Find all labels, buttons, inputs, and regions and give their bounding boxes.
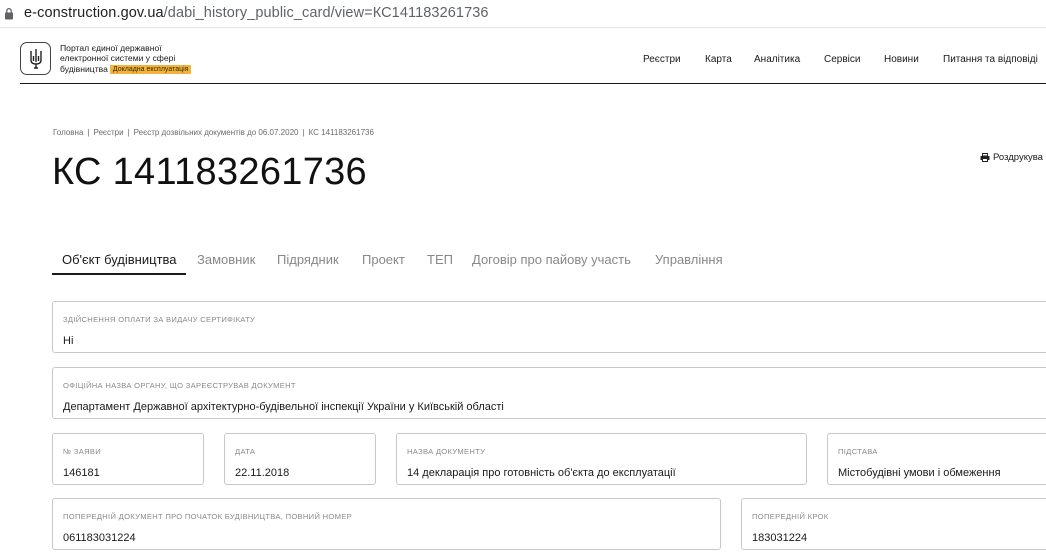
nav-faq[interactable]: Питання та відповіді xyxy=(943,54,1038,65)
field-basis: Підстава Містобудівні умови і обмеження xyxy=(827,433,1046,485)
field-label: Підстава xyxy=(838,447,878,456)
breadcrumb-home[interactable]: Головна xyxy=(53,128,83,137)
tab-object[interactable]: Об'єкт будівництва xyxy=(62,252,177,267)
breadcrumb-current: КС 141183261736 xyxy=(308,128,374,137)
url-path: /dabi_history_public_card/view=КС1411832… xyxy=(163,5,489,21)
breadcrumb: Головна | Реєстри | Реєстр дозвільних докуме… xyxy=(53,128,374,137)
lock-icon xyxy=(5,7,13,20)
url-text[interactable]: e-construction.gov.ua/dabi_history_publi… xyxy=(24,5,489,21)
portal-brand[interactable]: Портал єдиної державної електронної сист… xyxy=(60,43,230,74)
brand-line-2: електронної системи у сфері xyxy=(60,53,176,64)
field-value: 22.11.2018 xyxy=(235,467,290,479)
url-domain: e-construction.gov.ua xyxy=(24,5,164,21)
field-value: 061183031224 xyxy=(63,532,136,544)
field-previous-document: Попередній документ про початок будівниц… xyxy=(52,498,721,550)
field-label: Офіційна назва органу, що зареєстрував д… xyxy=(63,381,296,390)
print-button[interactable]: Роздрукува xyxy=(980,152,1043,163)
field-label: Дата xyxy=(235,447,256,456)
field-authority: Офіційна назва органу, що зареєстрував д… xyxy=(52,367,1046,419)
tab-management[interactable]: Управління xyxy=(655,252,723,267)
field-value: Містобудівні умови і обмеження xyxy=(838,467,1001,479)
breadcrumb-registry[interactable]: Реєстр дозвільних документів до 06.07.20… xyxy=(134,128,299,137)
field-value: 14 декларація про готовність об'єкта до … xyxy=(407,467,676,479)
field-label: Здійснення оплати за видачу сертифікату xyxy=(63,315,256,324)
brand-line-1: Портал єдиної державної xyxy=(60,43,162,53)
field-document-name: Назва документу 14 декларація про готовн… xyxy=(396,433,807,485)
field-value: Департамент Державної архітектурно-будів… xyxy=(63,401,504,413)
field-value: 183031224 xyxy=(752,532,808,544)
field-label: № заяви xyxy=(63,447,102,456)
active-tab-indicator xyxy=(52,273,186,275)
field-label: Попередній крок xyxy=(752,512,829,521)
nav-map[interactable]: Карта xyxy=(705,54,732,65)
field-value: Ні xyxy=(63,335,74,347)
field-application-number: № заяви 146181 xyxy=(52,433,204,485)
field-date: Дата 22.11.2018 xyxy=(224,433,376,485)
field-label: Назва документу xyxy=(407,447,486,456)
field-payment: Здійснення оплати за видачу сертифікату … xyxy=(52,301,1046,353)
breadcrumb-separator: | xyxy=(302,128,305,137)
header-divider xyxy=(20,83,1046,84)
brand-badge: Докладна експлуатація xyxy=(109,64,192,74)
print-label: Роздрукува xyxy=(993,152,1043,163)
field-label: Попередній документ про початок будівниц… xyxy=(63,512,352,521)
tab-share-agreement[interactable]: Договір про пайову участь xyxy=(472,252,631,267)
field-value: 146181 xyxy=(63,467,100,479)
printer-icon xyxy=(980,153,990,162)
nav-registries[interactable]: Реєстри xyxy=(643,54,681,65)
tab-customer[interactable]: Замовник xyxy=(197,252,255,267)
page-title: КС 141183261736 xyxy=(52,151,367,193)
field-previous-step: Попередній крок 183031224 xyxy=(741,498,1046,550)
breadcrumb-registries[interactable]: Реєстри xyxy=(93,128,123,137)
brand-line-3: будівництва xyxy=(60,63,108,74)
tab-project[interactable]: Проект xyxy=(362,252,405,267)
nav-analytics[interactable]: Аналітика xyxy=(754,54,800,65)
breadcrumb-separator: | xyxy=(87,128,90,137)
trident-logo-icon[interactable] xyxy=(20,42,51,75)
address-bar[interactable]: e-construction.gov.ua/dabi_history_publi… xyxy=(0,0,1046,28)
breadcrumb-separator: | xyxy=(127,128,130,137)
nav-news[interactable]: Новини xyxy=(884,54,919,65)
tab-contractor[interactable]: Підрядник xyxy=(277,252,339,267)
tab-tep[interactable]: ТЕП xyxy=(427,252,453,267)
nav-services[interactable]: Сервіси xyxy=(824,54,860,65)
